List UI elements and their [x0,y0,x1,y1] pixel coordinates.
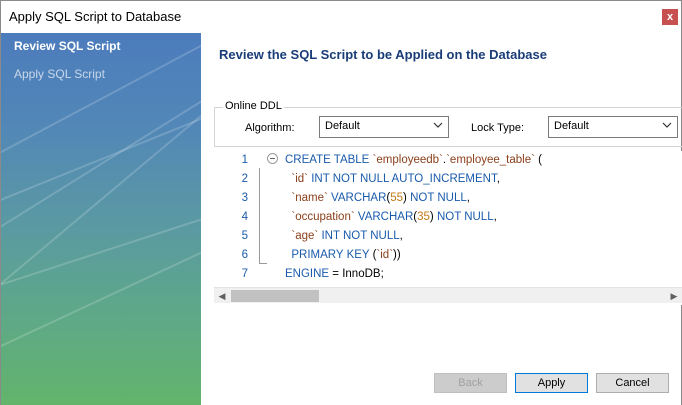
wizard-sidebar: Review SQL Script Apply SQL Script [1,33,201,405]
apply-sql-dialog: Apply SQL Script to Database x Review SQ… [0,0,682,405]
code-token: NOT NULL [410,192,467,204]
line-number: 7 [241,268,248,280]
cancel-button[interactable]: Cancel [596,373,669,393]
lock-type-select[interactable]: Default [548,116,678,138]
code-token: `id` [285,173,308,185]
online-ddl-group: Online DDL Algorithm: Default Lock Type:… [214,100,682,147]
decorative-streak [1,173,201,305]
code-token: , [399,230,403,242]
chevron-down-icon [662,122,672,128]
close-icon[interactable]: x [662,9,678,25]
fold-guide-end [259,263,267,264]
code-token: 55 [390,192,404,204]
code-text: ENGINE = InnoDB; [285,265,384,284]
line-number: 2 [241,173,248,185]
code-token: INT NOT NULL [318,230,400,242]
code-text: PRIMARY KEY (`id`)) [285,246,401,265]
apply-button[interactable]: Apply [515,373,588,393]
code-token: `name` [285,192,328,204]
code-line[interactable]: 4 `occupation` VARCHAR(35) NOT NULL, [214,208,682,227]
online-ddl-legend: Online DDL [223,100,284,112]
code-text: `occupation` VARCHAR(35) NOT NULL, [285,208,497,227]
code-token: `employeedb` [372,154,443,166]
sidebar-item-review-sql-script: Review SQL Script [14,39,121,53]
code-token: )) [393,249,401,261]
code-token: `employee_table` [446,154,535,166]
code-text: `id` INT NOT NULL AUTO_INCREMENT, [285,170,500,189]
code-text: CREATE TABLE `employeedb`.`employee_tabl… [285,151,542,170]
line-number: 1 [241,154,248,166]
code-text: `name` VARCHAR(55) NOT NULL, [285,189,470,208]
code-token: CREATE TABLE [285,154,373,166]
code-token: NOT NULL [436,211,494,223]
line-number: 5 [241,230,248,242]
code-token: ( [534,154,542,166]
window-title: Apply SQL Script to Database [9,9,182,24]
chevron-down-icon [433,122,443,128]
lock-type-value: Default [554,120,589,132]
code-token: ENGINE [285,268,333,280]
scroll-left-icon[interactable]: ◀ [214,288,230,304]
horizontal-scrollbar[interactable]: ◀ ▶ [214,287,682,303]
code-token: INT NOT NULL AUTO_INCREMENT [308,173,497,185]
code-line[interactable]: 7 ENGINE = InnoDB; [214,265,682,284]
code-line[interactable]: 3 `name` VARCHAR(55) NOT NULL, [214,189,682,208]
code-line[interactable]: 1 CREATE TABLE `employeedb`.`employee_tab… [214,151,682,170]
fold-guide [259,168,260,263]
lock-type-label: Lock Type: [471,122,524,134]
code-token: = InnoDB; [332,268,384,280]
back-button[interactable]: Back [434,373,507,393]
title-bar: Apply SQL Script to Database x [1,1,681,33]
code-token: `occupation` [285,211,355,223]
code-token: `age` [285,230,319,242]
sidebar-item-apply-sql-script: Apply SQL Script [14,67,105,81]
collapse-fold-icon[interactable] [267,153,278,164]
page-title: Review the SQL Script to be Applied on t… [219,47,547,62]
algorithm-select[interactable]: Default [319,116,449,138]
code-token: , [496,173,500,185]
code-line[interactable]: 5 `age` INT NOT NULL, [214,227,682,246]
code-token: PRIMARY KEY [285,249,373,261]
code-token: ) [429,211,437,223]
line-number: 3 [241,192,248,204]
code-token: VARCHAR [327,192,387,204]
main-panel: Review the SQL Script to be Applied on t… [201,33,682,405]
code-line[interactable]: 2 `id` INT NOT NULL AUTO_INCREMENT, [214,170,682,189]
code-token: , [493,211,497,223]
decorative-streak [1,195,201,375]
decorative-streak [1,63,201,335]
code-token: `id` [376,249,394,261]
code-token: VARCHAR [354,211,414,223]
line-number: 4 [241,211,248,223]
algorithm-label: Algorithm: [245,122,295,134]
sql-script-editor[interactable]: 1 CREATE TABLE `employeedb`.`employee_tab… [214,151,682,305]
line-number: 6 [241,249,248,261]
code-token: 35 [417,211,430,223]
algorithm-value: Default [325,120,360,132]
code-token: , [466,192,470,204]
scrollbar-thumb[interactable] [231,290,319,302]
code-line[interactable]: 6 PRIMARY KEY (`id`)) [214,246,682,265]
code-text: `age` INT NOT NULL, [285,227,403,246]
scroll-right-icon[interactable]: ▶ [666,288,682,304]
